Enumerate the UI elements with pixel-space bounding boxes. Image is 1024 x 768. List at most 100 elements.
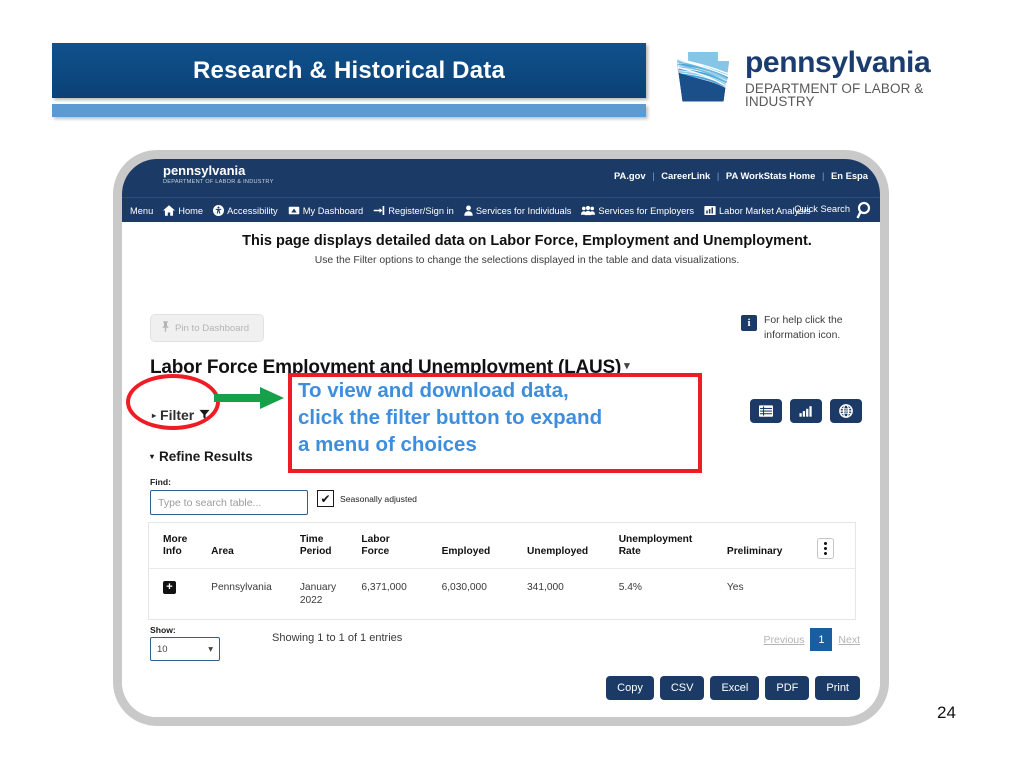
nav-register-label: Register/Sign in [388,205,454,216]
help-text-line2: information icon. [764,329,841,341]
header-line2: Force [361,546,390,558]
information-icon[interactable]: i [741,315,757,331]
table-header-row: More Info Area Time Period Labor Force E… [149,523,855,568]
table-row[interactable]: + Pennsylvania January 2022 6,371,000 6,… [149,568,855,619]
show-entries-value: 10 [157,643,168,655]
header-line1: Labor [361,534,390,545]
bar-chart-icon [704,205,716,216]
kebab-menu-icon[interactable] [817,537,835,559]
nav-item-my-dashboard[interactable]: My Dashboard [288,205,363,216]
csv-button[interactable]: CSV [659,676,705,700]
seasonally-adjusted-checkbox[interactable]: ✔ [317,490,334,507]
page-intro-subheading: Use the Filter options to change the sel… [314,255,740,266]
nav-item-menu[interactable]: Menu [130,206,153,216]
show-entries-select[interactable]: 10 ▾ [150,637,220,661]
pagination-previous[interactable]: Previous [764,634,805,646]
filter-button-label: Filter [160,407,195,423]
pin-icon [161,321,170,335]
table-head: More Info Area Time Period Labor Force E… [149,523,855,568]
search-input[interactable] [150,490,308,515]
expand-row-icon[interactable]: + [163,580,176,594]
column-header-time-period[interactable]: Time Period [296,523,358,568]
cell-expand[interactable]: + [149,568,207,619]
chevron-down-icon[interactable]: ▾ [624,360,630,372]
header-line1: More [163,534,188,545]
table-view-button[interactable] [750,399,782,423]
filter-button[interactable]: ▸ Filter [152,407,210,423]
cell-preliminary: Yes [726,581,744,593]
cell-unemployment-rate: 5.4% [618,581,642,593]
column-header-unemployed[interactable]: Unemployed [523,523,615,568]
pin-to-dashboard-label: Pin to Dashboard [175,322,250,334]
nav-accessibility-label: Accessibility [227,205,278,216]
header-line1: Unemployment [618,534,693,545]
keystone-logo-icon [676,51,730,102]
pennsylvania-logo: pennsylvania DEPARTMENT OF LABOR & INDUS… [672,43,982,113]
slide-page-number: 24 [937,703,956,722]
page-intro-heading: This page displays detailed data on Labo… [242,233,812,249]
nav-item-services-individuals[interactable]: Services for Individuals [464,205,572,216]
refine-results-toggle[interactable]: ▾ Refine Results [150,449,253,464]
header-line2: Preliminary [726,546,783,558]
site-logo-name: pennsylvania [163,163,246,178]
annotation-line-1: To view and download data, [298,379,569,402]
export-buttons: Copy CSV Excel PDF Print [606,676,860,700]
person-icon [464,205,473,216]
print-button[interactable]: Print [815,676,860,700]
data-table-container: More Info Area Time Period Labor Force E… [148,522,856,621]
magnifier-icon[interactable] [856,201,874,222]
site-top-links: PA.gov | CareerLink | PA WorkStats Home … [612,170,870,181]
cell-unemployed: 341,000 [527,581,564,593]
nav-services-individuals-label: Services for Individuals [475,205,572,216]
column-header-area[interactable]: Area [207,523,296,568]
pin-to-dashboard-button[interactable]: Pin to Dashboard [150,314,265,342]
link-careerlink[interactable]: CareerLink [661,170,710,181]
column-header-unemployment-rate[interactable]: Unemployment Rate [615,523,723,568]
seasonally-adjusted-label: Seasonally adjusted [340,493,417,504]
refine-results-label: Refine Results [159,449,253,464]
map-view-button[interactable] [830,399,862,423]
copy-button[interactable]: Copy [606,676,654,700]
view-toggle-buttons [750,399,862,423]
home-icon [163,205,176,216]
nav-item-accessibility[interactable]: Accessibility [213,205,278,216]
help-text-line1: For help click the [764,315,843,326]
link-pa-gov[interactable]: PA.gov [614,170,646,181]
chevron-down-icon: ▾ [150,452,155,461]
help-hint: i For help click the information icon. [741,314,862,344]
nav-item-register-sign-in[interactable]: Register/Sign in [373,205,454,216]
header-line2: Rate [618,546,641,558]
funnel-icon [199,407,210,423]
chevron-right-icon: ▸ [152,410,157,420]
slide-title: Research & Historical Data [193,56,505,84]
nav-item-services-employers[interactable]: Services for Employers [581,205,694,216]
chart-view-button[interactable] [790,399,822,423]
slide-title-banner: Research & Historical Data [52,43,646,98]
seasonally-adjusted-control[interactable]: ✔ Seasonally adjusted [317,490,417,507]
quick-search-label[interactable]: Quick Search [794,204,850,214]
column-header-labor-force[interactable]: Labor Force [357,523,437,568]
link-pa-workstats-home[interactable]: PA WorkStats Home [726,170,815,181]
column-header-employed[interactable]: Employed [438,523,523,568]
site-logo[interactable]: pennsylvania DEPARTMENT OF LABOR & INDUS… [144,164,274,185]
find-label: Find: [150,477,171,487]
pdf-button[interactable]: PDF [765,676,810,700]
header-line2: Period [299,546,332,558]
globe-icon [839,404,853,418]
slide-title-accent-bar [52,104,646,117]
separator: | [716,170,720,181]
annotation-line-3: a menu of choices [298,433,477,457]
excel-button[interactable]: Excel [710,676,760,700]
nav-menu-label: Menu [130,205,154,216]
link-en-espanol[interactable]: En Espa [831,170,868,181]
annotation-callout-text: To view and download data, click the fil… [298,377,698,458]
keystone-icon [144,167,159,182]
pagination-next[interactable]: Next [838,634,860,646]
column-header-more-info[interactable]: More Info [149,523,207,568]
pagination-page-1[interactable]: 1 [810,628,833,651]
help-text: For help click the information icon. [764,314,862,344]
column-header-preliminary[interactable]: Preliminary [723,523,813,568]
header-line2: Unemployed [527,546,589,558]
column-header-options [813,523,855,568]
nav-item-home[interactable]: Home [163,205,203,216]
